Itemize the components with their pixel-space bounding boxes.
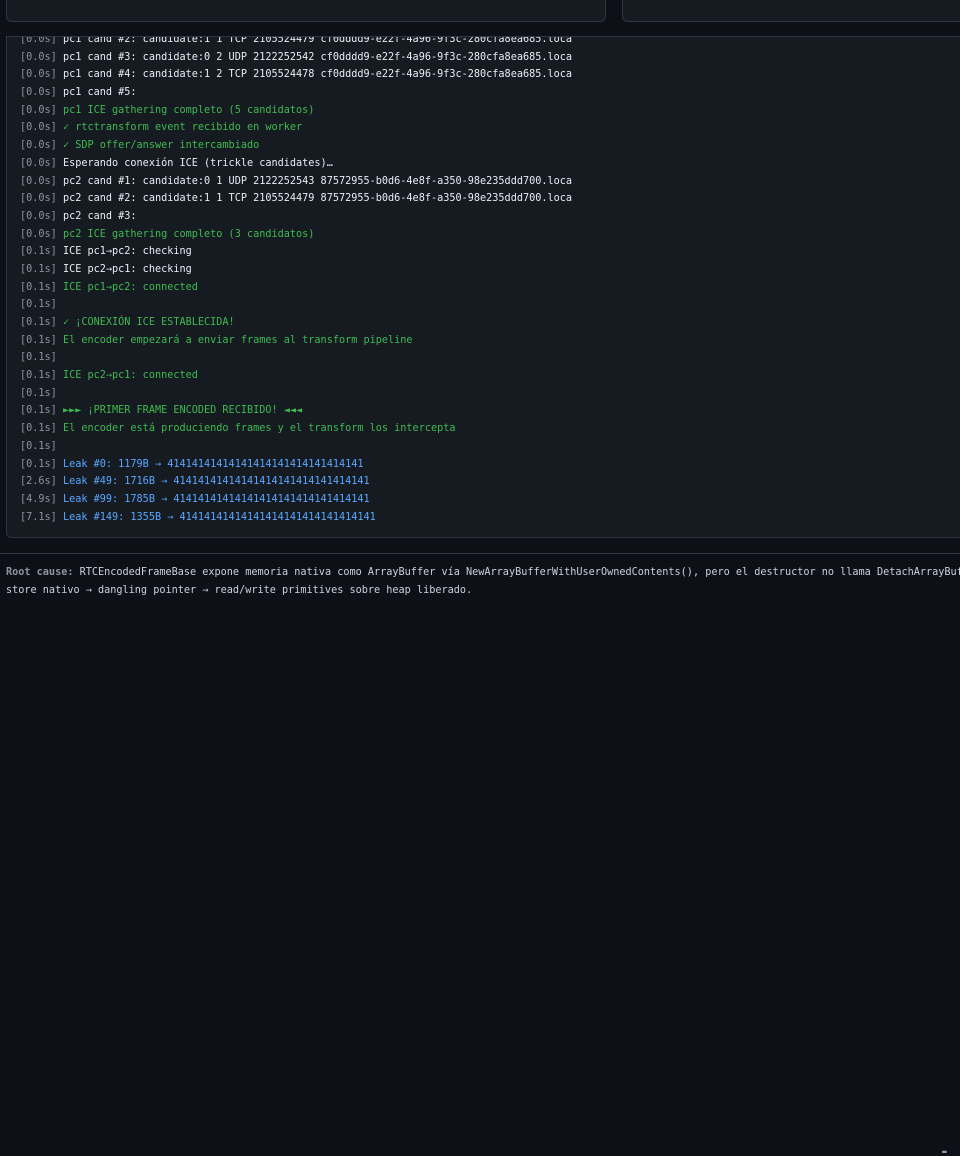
log-timestamp: [0.1s]	[20, 317, 57, 328]
log-message: Leak #149: 1355B → 414141414141414141414…	[62, 511, 376, 523]
log-message: Esperando conexión ICE (trickle candidat…	[62, 157, 333, 169]
log-timestamp: [0.1s]	[20, 299, 57, 311]
log-line: [0.0s] pc1 cand #2: candidate:1 1 TCP 21…	[20, 36, 573, 49]
log-timestamp: [2.6s]	[20, 476, 57, 488]
log-timestamp: [0.0s]	[20, 210, 57, 222]
log-line: [0.0s] pc1 ICE gathering completo (5 can…	[20, 102, 572, 120]
log-timestamp: [0.1s]	[20, 263, 57, 275]
log-timestamp: [0.1s]	[20, 458, 57, 470]
root-cause-text: Root cause: RTCEncodedFrameBase expone m…	[6, 564, 960, 600]
log-message: ✓ SDP offer/answer intercambiado	[62, 140, 260, 152]
log-message: El encoder está produciendo frames y el …	[62, 423, 456, 435]
log-message: pc2 cand #3:	[62, 210, 137, 222]
log-timestamp: [7.1s]	[20, 511, 57, 523]
root-cause-label: Root cause:	[6, 567, 74, 578]
log-message: ICE pc1→pc2: connected	[62, 281, 198, 293]
log-line: [0.1s] El encoder está produciendo frame…	[20, 420, 572, 438]
log-line: [0.0s] pc1 cand #5:	[20, 84, 572, 102]
log-timestamp: [0.0s]	[20, 51, 57, 63]
root-cause-line2: store nativo → dangling pointer → read/w…	[6, 585, 473, 596]
log-message: El encoder empezará a enviar frames al t…	[62, 334, 413, 346]
log-line: [0.0s] ✓ rtctransform event recibido en …	[20, 119, 572, 137]
log-line: [4.9s] Leak #99: 1785B → 414141414141414…	[20, 491, 572, 509]
log-line: [2.6s] Leak #49: 1716B → 414141414141414…	[20, 473, 572, 491]
log-message: pc1 cand #3: candidate:0 2 UDP 212225254…	[62, 51, 573, 63]
log-timestamp: [0.0s]	[20, 157, 57, 169]
log-message: Leak #0: 1179B → 41414141414141414141414…	[62, 458, 364, 470]
log-line: [7.1s] Leak #149: 1355B → 41414141414141…	[20, 509, 572, 527]
log-line: [0.1s]	[20, 349, 572, 367]
log-timestamp: [0.0s]	[20, 175, 57, 187]
log-message: pc1 cand #5:	[62, 87, 137, 99]
log-timestamp: [0.0s]	[20, 87, 57, 99]
log-line: [0.1s] ICE pc2→pc1: checking	[20, 261, 572, 279]
log-message: pc2 cand #2: candidate:1 1 TCP 210552447…	[62, 193, 573, 205]
log-line: [0.1s] ICE pc1→pc2: checking	[20, 243, 572, 261]
log-message: ICE pc2→pc1: connected	[62, 370, 198, 382]
log-message: Leak #99: 1785B → 4141414141414141414141…	[62, 493, 370, 505]
log-line: [0.0s] pc1 cand #3: candidate:0 2 UDP 21…	[20, 49, 572, 67]
log-line: [0.0s] pc2 ICE gathering completo (3 can…	[20, 226, 572, 244]
log-timestamp: [0.0s]	[20, 228, 57, 240]
log-line: [0.0s] Esperando conexión ICE (trickle c…	[20, 155, 572, 173]
log-line: [0.1s] ►►► ¡PRIMER FRAME ENCODED RECIBID…	[20, 402, 572, 420]
log-line: [0.0s] pc2 cand #2: candidate:1 1 TCP 21…	[20, 190, 572, 208]
log-line: [0.1s]	[20, 438, 572, 456]
log-timestamp: [0.0s]	[20, 69, 57, 81]
log-line: [0.1s] ✓ ¡CONEXIÓN ICE ESTABLECIDA!	[20, 314, 572, 332]
log-line: [0.1s] Leak #0: 1179B → 4141414141414141…	[20, 456, 572, 474]
log-panel[interactable]: [0.0s] pc1 cand #2: candidate:1 1 TCP 21…	[6, 36, 960, 538]
top-panel-right	[622, 0, 960, 22]
log-message: ICE pc1→pc2: checking	[62, 246, 192, 258]
log-timestamp: [0.1s]	[20, 281, 57, 293]
log-message: pc2 ICE gathering completo (3 candidatos…	[62, 228, 315, 240]
log-message: ICE pc2→pc1: checking	[62, 263, 192, 275]
log-line: [0.1s]	[20, 385, 572, 403]
log-message: pc1 cand #2: candidate:1 1 TCP 210552447…	[62, 36, 573, 45]
log-line: [0.1s]	[20, 296, 572, 314]
log-timestamp: [0.1s]	[20, 387, 57, 399]
log-timestamp: [0.1s]	[20, 334, 57, 346]
log-message: ✓ ¡CONEXIÓN ICE ESTABLECIDA!	[62, 317, 235, 328]
root-cause-footer: Root cause: RTCEncodedFrameBase expone m…	[0, 553, 960, 1156]
log-timestamp: [0.1s]	[20, 352, 57, 364]
log-message: ►►► ¡PRIMER FRAME ENCODED RECIBIDO! ◄◄◄	[62, 405, 303, 417]
log-timestamp: [0.0s]	[20, 122, 57, 134]
log-timestamp: [0.1s]	[20, 405, 57, 417]
log-timestamp: [4.9s]	[20, 493, 57, 505]
log-timestamp: [0.0s]	[20, 104, 57, 116]
log-timestamp: [0.1s]	[20, 370, 57, 382]
log-timestamp: [0.0s]	[20, 140, 57, 152]
log-line: [0.1s] ICE pc1→pc2: connected	[20, 279, 572, 297]
log-message: ✓ rtctransform event recibido en worker	[62, 122, 303, 134]
root-cause-line1: RTCEncodedFrameBase expone memoria nativ…	[73, 567, 960, 578]
log-timestamp: [0.1s]	[20, 423, 57, 435]
top-panel-left	[6, 0, 606, 22]
log-message: pc1 cand #4: candidate:1 2 TCP 210552447…	[62, 69, 573, 81]
log-message: pc1 ICE gathering completo (5 candidatos…	[62, 104, 315, 116]
log-timestamp: [0.1s]	[20, 440, 57, 452]
log-line: [0.0s] pc1 cand #4: candidate:1 2 TCP 21…	[20, 66, 572, 84]
log-line: [0.0s] pc2 cand #1: candidate:0 1 UDP 21…	[20, 173, 572, 191]
log-line: [0.1s] El encoder empezará a enviar fram…	[20, 332, 572, 350]
log-message: pc2 cand #1: candidate:0 1 UDP 212225254…	[62, 175, 573, 187]
resize-handle-icon[interactable]: ▬	[942, 1148, 950, 1156]
log-line: [0.1s] ICE pc2→pc1: connected	[20, 367, 572, 385]
log-line: [0.0s] ✓ SDP offer/answer intercambiado	[20, 137, 572, 155]
log-lines: [0.0s] pc1 cand #2: candidate:1 1 TCP 21…	[20, 36, 573, 527]
log-message: Leak #49: 1716B → 4141414141414141414141…	[62, 476, 370, 488]
log-timestamp: [0.0s]	[20, 36, 57, 45]
log-timestamp: [0.0s]	[20, 193, 57, 205]
log-line: [0.0s] pc2 cand #3:	[20, 208, 572, 226]
log-timestamp: [0.1s]	[20, 246, 57, 258]
